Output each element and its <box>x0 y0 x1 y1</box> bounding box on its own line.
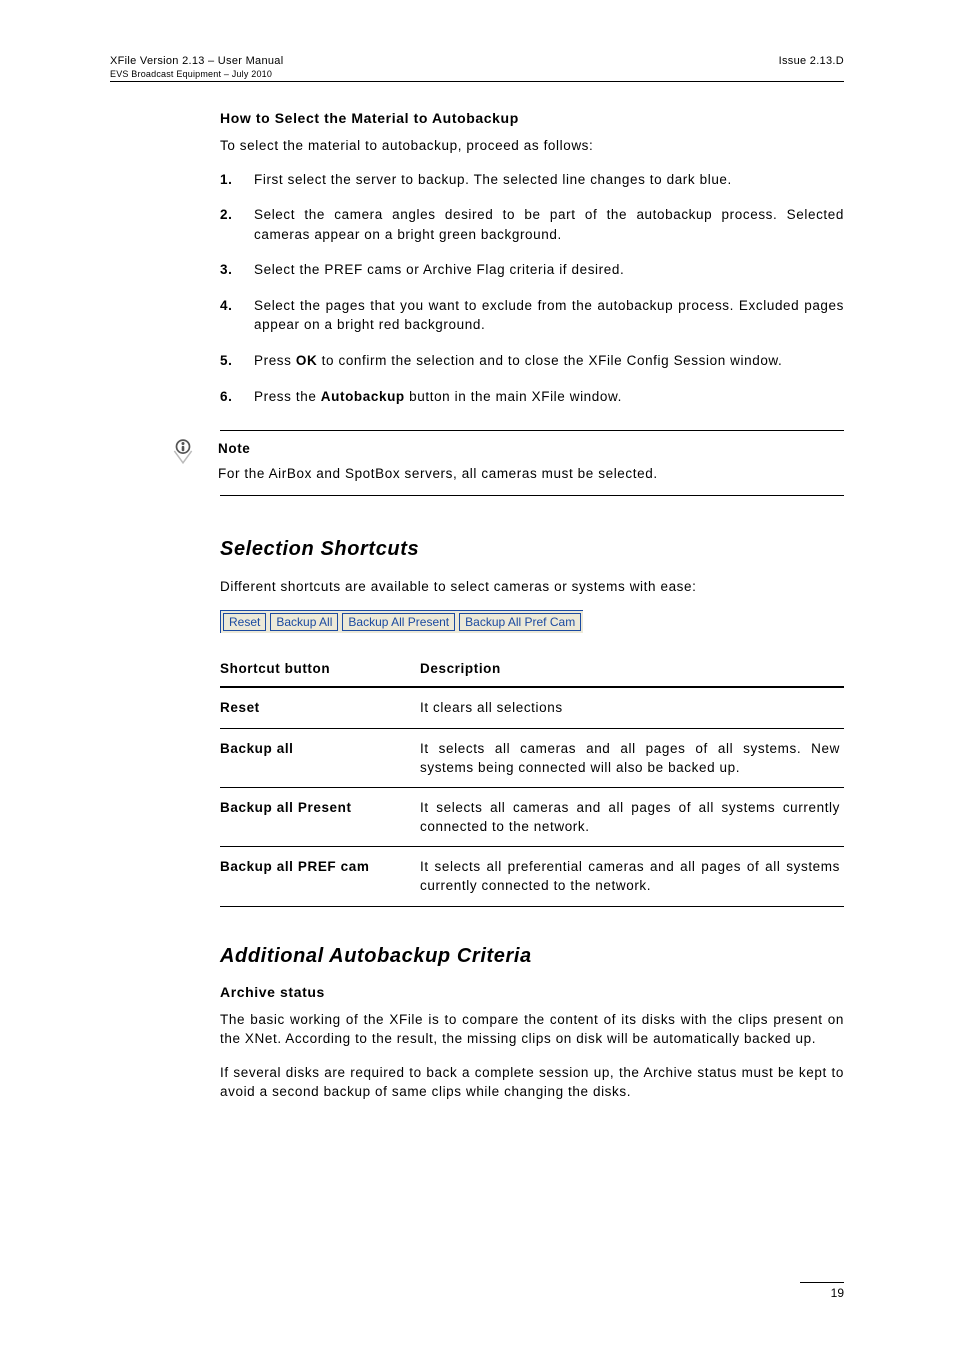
shortcuts-intro: Different shortcuts are available to sel… <box>220 577 844 597</box>
table-row: Reset It clears all selections <box>220 687 844 728</box>
additional-p2: If several disks are required to back a … <box>220 1063 844 1102</box>
backup-all-present-button: Backup All Present <box>342 613 455 631</box>
note-text: For the AirBox and SpotBox servers, all … <box>218 466 658 481</box>
archive-status-heading: Archive status <box>220 984 844 1000</box>
table-header-button: Shortcut button <box>220 655 420 687</box>
additional-heading: Additional Autobackup Criteria <box>220 945 844 968</box>
table-row: Backup all It selects all cameras and al… <box>220 728 844 787</box>
shortcut-desc: It clears all selections <box>420 687 844 728</box>
step-text: Select the PREF cams or Archive Flag cri… <box>254 260 844 280</box>
shortcut-buttons-screenshot: Reset Backup All Backup All Present Back… <box>220 610 583 633</box>
step-number: 3. <box>220 260 254 280</box>
step-text: Select the pages that you want to exclud… <box>254 296 844 335</box>
shortcut-desc: It selects all preferential cameras and … <box>420 847 844 906</box>
table-row: Backup all PREF cam It selects all prefe… <box>220 847 844 906</box>
header-title: XFile Version 2.13 – User Manual <box>110 55 283 67</box>
step-number: 1. <box>220 170 254 190</box>
page-number: 19 <box>800 1282 844 1300</box>
step-number: 5. <box>220 351 254 371</box>
howto-steps: 1.First select the server to backup. The… <box>220 170 844 407</box>
note-block: Note For the AirBox and SpotBox servers,… <box>220 430 844 496</box>
header-issue: Issue 2.13.D <box>779 55 844 67</box>
howto-intro: To select the material to autobackup, pr… <box>220 136 844 156</box>
reset-button: Reset <box>223 613 266 631</box>
shortcuts-heading: Selection Shortcuts <box>220 538 844 561</box>
shortcut-desc: It selects all cameras and all pages of … <box>420 787 844 846</box>
step-text: Press OK to confirm the selection and to… <box>254 351 844 371</box>
shortcuts-table: Shortcut button Description Reset It cle… <box>220 655 844 906</box>
step-text: Select the camera angles desired to be p… <box>254 205 844 244</box>
shortcut-name: Backup all Present <box>220 787 420 846</box>
info-icon <box>170 439 196 465</box>
step-text: First select the server to backup. The s… <box>254 170 844 190</box>
step-number: 4. <box>220 296 254 335</box>
shortcut-desc: It selects all cameras and all pages of … <box>420 728 844 787</box>
shortcut-name: Backup all <box>220 728 420 787</box>
backup-all-pref-cam-button: Backup All Pref Cam <box>459 613 581 631</box>
step-text: Press the Autobackup button in the main … <box>254 387 844 407</box>
step-number: 2. <box>220 205 254 244</box>
howto-title: How to Select the Material to Autobackup <box>220 110 844 126</box>
table-row: Backup all Present It selects all camera… <box>220 787 844 846</box>
additional-p1: The basic working of the XFile is to com… <box>220 1010 844 1049</box>
shortcut-name: Reset <box>220 687 420 728</box>
shortcut-name: Backup all PREF cam <box>220 847 420 906</box>
table-header-description: Description <box>420 655 844 687</box>
step-number: 6. <box>220 387 254 407</box>
backup-all-button: Backup All <box>270 613 338 631</box>
note-label: Note <box>218 439 658 460</box>
header-subtitle: EVS Broadcast Equipment – July 2010 <box>110 69 844 82</box>
